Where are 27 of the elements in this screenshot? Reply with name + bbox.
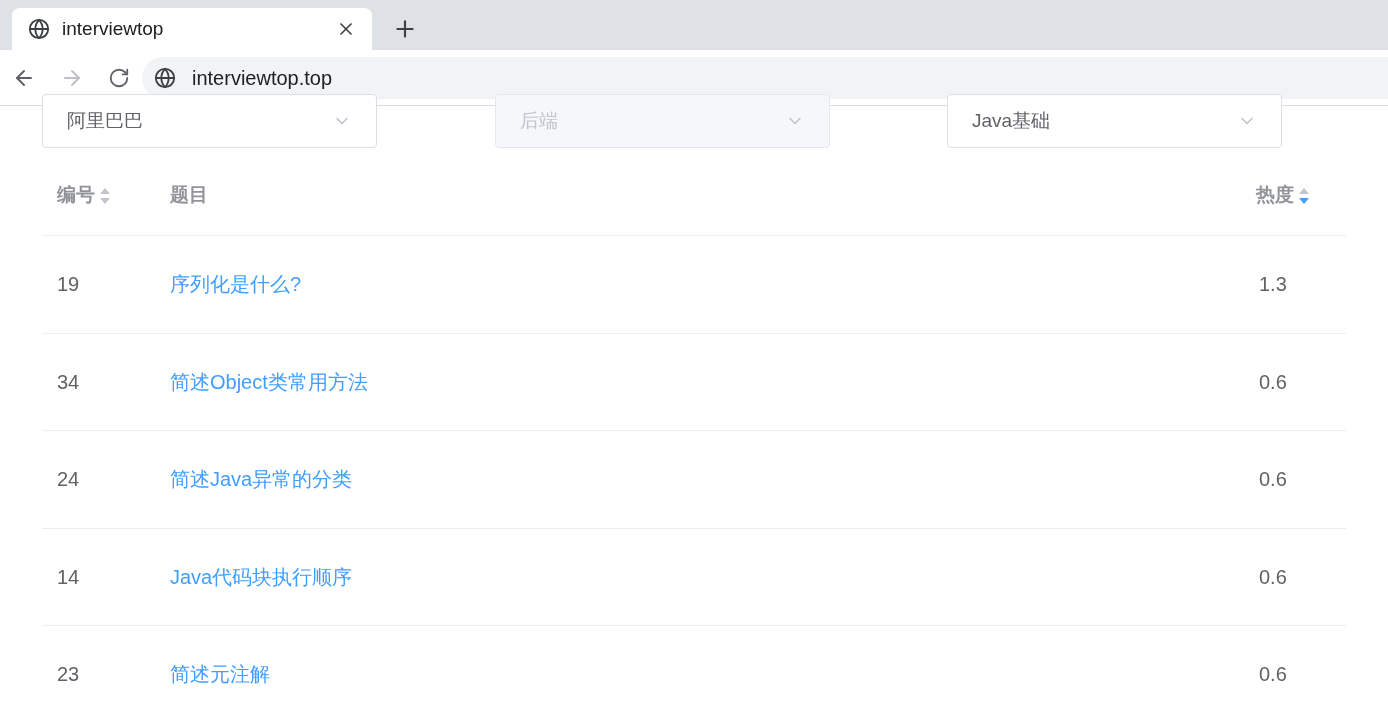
- table-cell: 24: [57, 468, 80, 491]
- table-cell: 0.6: [1259, 565, 1287, 588]
- question-link[interactable]: 简述Object类常用方法: [170, 370, 368, 393]
- tab-title: interviewtop: [62, 16, 165, 41]
- select-field[interactable]: Java基础: [947, 94, 1282, 148]
- sort-icon[interactable]: [1298, 186, 1310, 205]
- table-cell: 0.6: [1259, 370, 1287, 393]
- question-link[interactable]: 简述元注解: [170, 663, 270, 686]
- question-link[interactable]: 序列化是什么?: [170, 273, 302, 296]
- column-header: 编号: [57, 183, 95, 208]
- table-cell: 34: [57, 370, 80, 393]
- column-header: 热度: [1256, 183, 1294, 208]
- reload-icon[interactable]: [108, 66, 130, 89]
- address-field[interactable]: interviewtop.top: [142, 56, 1388, 99]
- table-cell: 0.6: [1259, 468, 1287, 491]
- browser-tab[interactable]: interviewtop: [12, 8, 372, 50]
- select-field[interactable]: 阿里巴巴: [42, 94, 377, 148]
- table-cell: 0.6: [1259, 663, 1287, 686]
- table-cell: 19: [57, 273, 80, 296]
- globe-icon: [154, 66, 176, 89]
- column-header: 题目: [170, 184, 208, 206]
- table-cell: 1.3: [1259, 273, 1287, 296]
- table-cell: 23: [57, 663, 80, 686]
- globe-icon: [28, 18, 50, 40]
- question-link[interactable]: Java代码块执行顺序: [170, 565, 353, 588]
- question-link[interactable]: 简述Java异常的分类: [170, 468, 353, 491]
- table-cell: 14: [57, 565, 80, 588]
